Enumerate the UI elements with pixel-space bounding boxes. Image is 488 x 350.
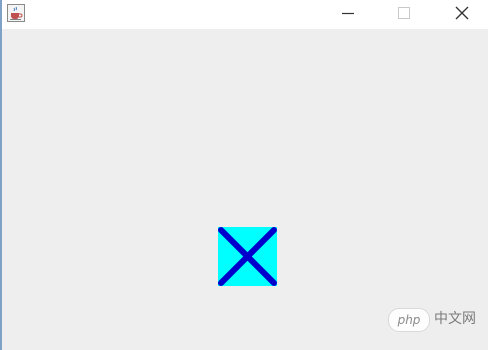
watermark-badge: php [388,308,430,332]
minimize-button[interactable] [325,0,369,29]
crossed-box-graphic [218,227,277,286]
watermark-text: 中文网 [434,311,476,327]
close-button[interactable] [438,0,482,29]
watermark: php 中文网 [384,305,488,333]
maximize-button[interactable] [382,0,426,29]
maximize-icon [398,7,410,19]
app-window: php 中文网 [0,0,488,350]
close-icon [455,6,469,20]
title-bar[interactable] [2,0,488,29]
content-pane: php 中文网 [2,29,488,350]
minimize-icon [342,12,354,15]
java-coffee-cup-icon[interactable] [7,4,25,22]
